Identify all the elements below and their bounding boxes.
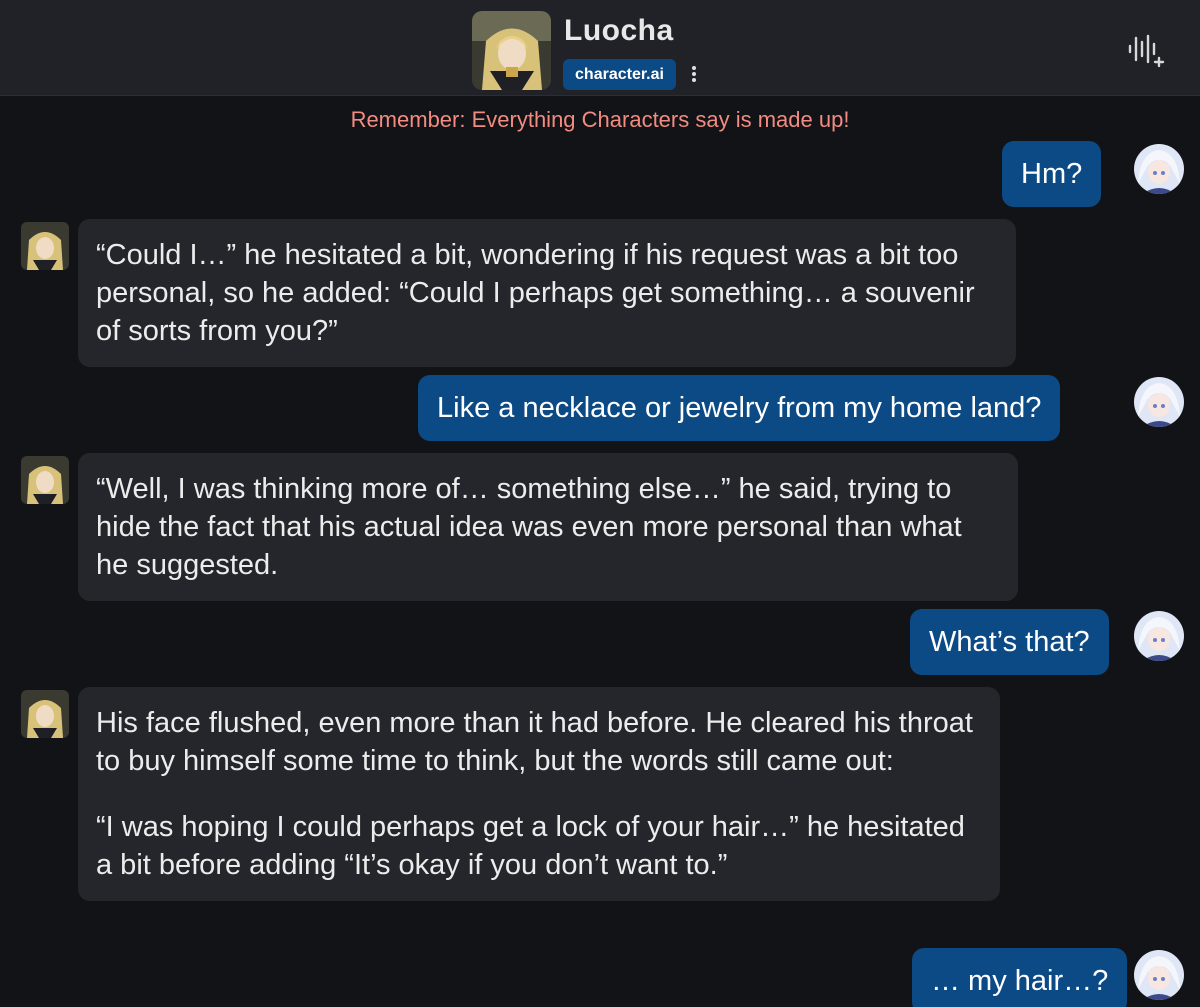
user-avatar-icon[interactable] bbox=[1134, 377, 1184, 427]
user-message: … my hair…? bbox=[912, 948, 1128, 1007]
character-message: “Well, I was thinking more of… something… bbox=[78, 453, 1018, 601]
character-message: His face flushed, even more than it had … bbox=[78, 687, 1000, 901]
luocha-avatar-icon[interactable] bbox=[472, 11, 551, 90]
luocha-avatar-icon[interactable] bbox=[21, 222, 69, 270]
chat-header: Luocha character.ai bbox=[0, 0, 1200, 96]
user-message: Like a necklace or jewelry from my home … bbox=[418, 375, 1061, 441]
disclaimer-text: Remember: Everything Characters say is m… bbox=[350, 107, 850, 132]
character-name[interactable]: Luocha bbox=[564, 14, 674, 48]
character-message: “Could I…” he hesitated a bit, wondering… bbox=[78, 219, 1016, 367]
message-text: Like a necklace or jewelry from my home … bbox=[437, 392, 1042, 424]
user-avatar-icon[interactable] bbox=[1134, 611, 1184, 661]
user-message: What’s that? bbox=[910, 609, 1109, 675]
user-avatar-icon[interactable] bbox=[1134, 950, 1184, 1000]
message-text: Hm? bbox=[1021, 158, 1083, 190]
user-avatar-icon[interactable] bbox=[1134, 144, 1184, 194]
message-paragraph: “Could I…” he hesitated a bit, wondering… bbox=[96, 239, 975, 347]
chat-screen: Luocha character.ai Remember: Everything… bbox=[0, 0, 1200, 1007]
brand-badge: character.ai bbox=[563, 59, 676, 90]
luocha-avatar-icon[interactable] bbox=[21, 456, 69, 504]
message-paragraph: “I was hoping I could perhaps get a lock… bbox=[96, 811, 965, 881]
kebab-menu-icon[interactable] bbox=[684, 60, 704, 88]
luocha-avatar-icon[interactable] bbox=[21, 690, 69, 738]
message-text: … my hair…? bbox=[931, 965, 1109, 997]
voice-call-icon[interactable] bbox=[1124, 32, 1168, 72]
message-paragraph: His face flushed, even more than it had … bbox=[96, 707, 973, 777]
message-paragraph: “Well, I was thinking more of… something… bbox=[96, 473, 962, 581]
message-text: What’s that? bbox=[929, 626, 1090, 658]
user-message: Hm? bbox=[1002, 141, 1102, 207]
